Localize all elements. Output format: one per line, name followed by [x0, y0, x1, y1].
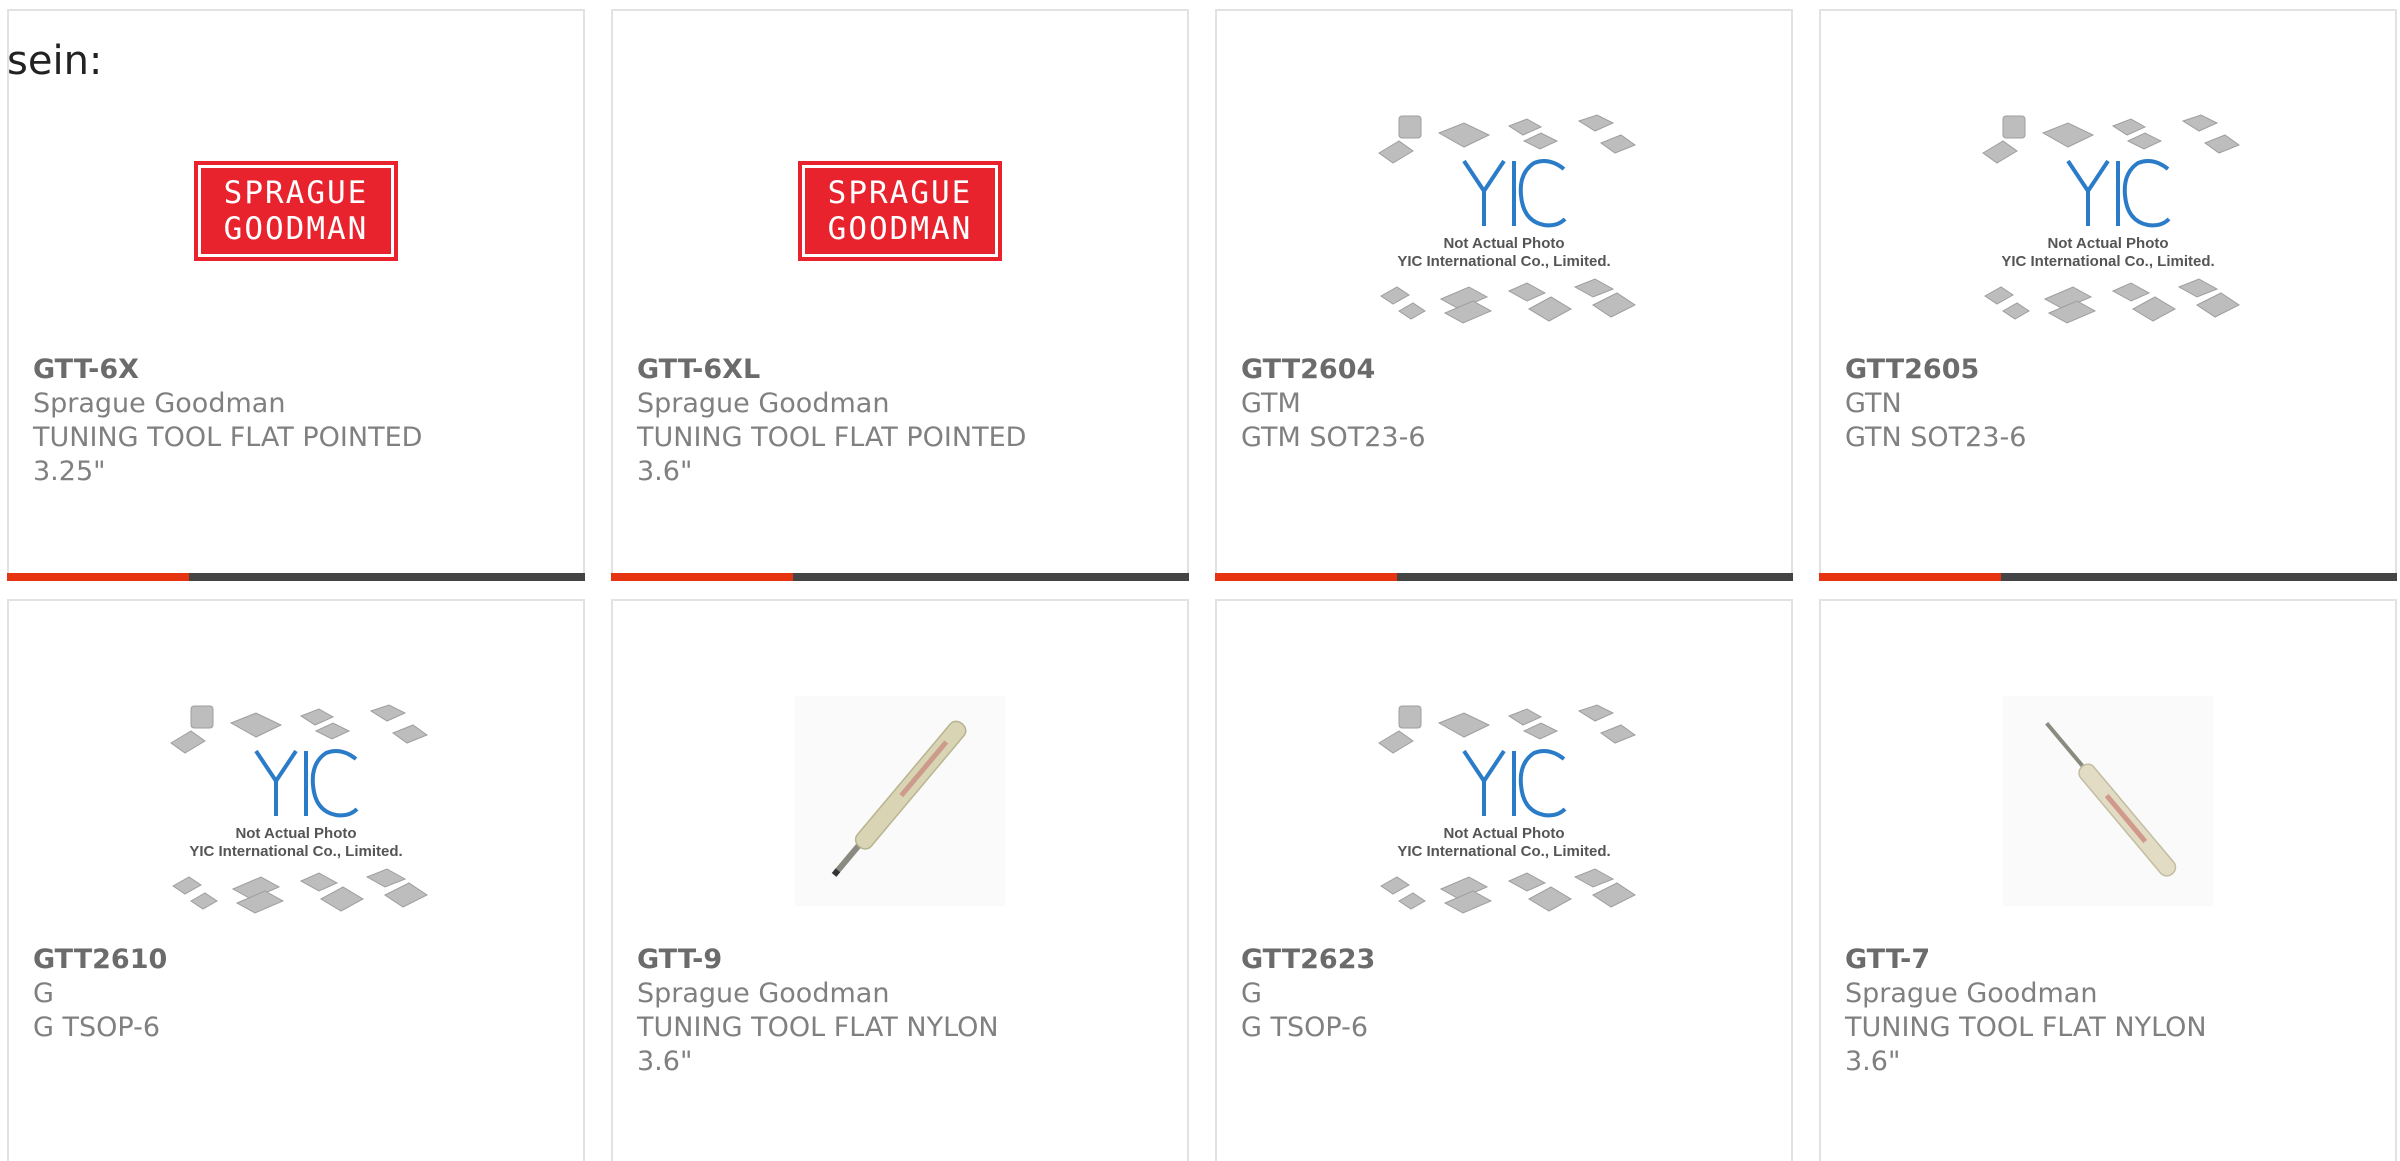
logo-line-2: GOODMAN — [827, 211, 973, 247]
product-card[interactable]: SPRAGUE GOODMAN GTT-6XL Sprague Goodman … — [611, 9, 1189, 581]
part-number[interactable]: GTT2604 — [1241, 353, 1767, 387]
product-info: GTT-9 Sprague Goodman TUNING TOOL FLAT N… — [637, 943, 1163, 1079]
product-card[interactable]: Not Actual Photo YIC International Co., … — [1215, 9, 1793, 581]
manufacturer: Sprague Goodman — [637, 978, 890, 1009]
description: G TSOP-6 — [33, 1012, 160, 1043]
manufacturer: Sprague Goodman — [1845, 978, 2098, 1009]
product-info: GTT2610 G G TSOP-6 — [33, 943, 559, 1045]
description: GTN SOT23-6 — [1845, 422, 2027, 453]
yic-placeholder-image: Not Actual Photo YIC International Co., … — [1378, 114, 1637, 324]
product-image[interactable]: Not Actual Photo YIC International Co., … — [1217, 661, 1791, 941]
product-card[interactable]: GTT-9 Sprague Goodman TUNING TOOL FLAT N… — [611, 599, 1189, 1161]
product-image[interactable]: Not Actual Photo YIC International Co., … — [1821, 71, 2395, 351]
placeholder-caption-2: YIC International Co., Limited. — [2001, 253, 2214, 270]
product-image[interactable]: Not Actual Photo YIC International Co., … — [1217, 71, 1791, 351]
product-info: GTT2605 GTN GTN SOT23-6 — [1845, 353, 2371, 455]
part-number[interactable]: GTT2623 — [1241, 943, 1767, 977]
card-bottom-bar — [7, 573, 585, 581]
placeholder-caption-1: Not Actual Photo — [2047, 235, 2168, 252]
placeholder-caption-1: Not Actual Photo — [235, 825, 356, 842]
product-image[interactable]: SPRAGUE GOODMAN — [9, 71, 583, 351]
card-bottom-bar — [1215, 573, 1793, 581]
placeholder-caption-2: YIC International Co., Limited. — [1397, 843, 1610, 860]
lead-text: sein: — [7, 38, 103, 84]
yic-placeholder-image: Not Actual Photo YIC International Co., … — [1378, 704, 1637, 914]
logo-line-1: SPRAGUE — [827, 175, 973, 211]
sprague-goodman-logo: SPRAGUE GOODMAN — [194, 161, 398, 261]
product-info: GTT-7 Sprague Goodman TUNING TOOL FLAT N… — [1845, 943, 2371, 1079]
product-info: GTT-6X Sprague Goodman TUNING TOOL FLAT … — [33, 353, 559, 489]
manufacturer: GTM — [1241, 388, 1301, 419]
description: TUNING TOOL FLAT NYLON 3.6" — [1845, 1012, 2207, 1077]
product-grid-page: sein: SPRAGUE GOODMAN GTT-6X Sprague Goo… — [0, 0, 2400, 1161]
part-number[interactable]: GTT-6XL — [637, 353, 1163, 387]
description: TUNING TOOL FLAT POINTED 3.25" — [33, 422, 423, 487]
manufacturer: GTN — [1845, 388, 1902, 419]
description: G TSOP-6 — [1241, 1012, 1368, 1043]
product-info: GTT2623 G G TSOP-6 — [1241, 943, 1767, 1045]
product-info: GTT2604 GTM GTM SOT23-6 — [1241, 353, 1767, 455]
logo-line-2: GOODMAN — [223, 211, 369, 247]
placeholder-caption-1: Not Actual Photo — [1443, 235, 1564, 252]
product-info: GTT-6XL Sprague Goodman TUNING TOOL FLAT… — [637, 353, 1163, 489]
placeholder-caption-1: Not Actual Photo — [1443, 825, 1564, 842]
card-bottom-bar — [611, 573, 1189, 581]
product-image[interactable]: Not Actual Photo YIC International Co., … — [9, 661, 583, 941]
yic-placeholder-image: Not Actual Photo YIC International Co., … — [1982, 114, 2241, 324]
part-number[interactable]: GTT-7 — [1845, 943, 2371, 977]
product-card[interactable]: SPRAGUE GOODMAN GTT-6X Sprague Goodman T… — [7, 9, 585, 581]
tuning-tool-photo — [2003, 696, 2213, 906]
card-accent — [7, 573, 189, 581]
product-image[interactable]: SPRAGUE GOODMAN — [613, 71, 1187, 351]
product-image[interactable] — [1821, 661, 2395, 941]
part-number[interactable]: GTT-6X — [33, 353, 559, 387]
description: GTM SOT23-6 — [1241, 422, 1426, 453]
card-bottom-bar — [1819, 573, 2397, 581]
product-card[interactable]: GTT-7 Sprague Goodman TUNING TOOL FLAT N… — [1819, 599, 2397, 1161]
manufacturer: Sprague Goodman — [637, 388, 890, 419]
description: TUNING TOOL FLAT NYLON 3.6" — [637, 1012, 999, 1077]
product-card[interactable]: Not Actual Photo YIC International Co., … — [7, 599, 585, 1161]
part-number[interactable]: GTT2605 — [1845, 353, 2371, 387]
card-accent — [1215, 573, 1397, 581]
sprague-goodman-logo: SPRAGUE GOODMAN — [798, 161, 1002, 261]
placeholder-caption-2: YIC International Co., Limited. — [189, 843, 402, 860]
placeholder-caption-2: YIC International Co., Limited. — [1397, 253, 1610, 270]
description: TUNING TOOL FLAT POINTED 3.6" — [637, 422, 1027, 487]
product-card[interactable]: Not Actual Photo YIC International Co., … — [1819, 9, 2397, 581]
manufacturer: G — [33, 978, 54, 1009]
part-number[interactable]: GTT2610 — [33, 943, 559, 977]
logo-line-1: SPRAGUE — [223, 175, 369, 211]
card-accent — [611, 573, 793, 581]
yic-placeholder-image: Not Actual Photo YIC International Co., … — [170, 704, 429, 914]
manufacturer: G — [1241, 978, 1262, 1009]
manufacturer: Sprague Goodman — [33, 388, 286, 419]
tuning-tool-photo — [795, 696, 1005, 906]
product-image[interactable] — [613, 661, 1187, 941]
card-accent — [1819, 573, 2001, 581]
product-card[interactable]: Not Actual Photo YIC International Co., … — [1215, 599, 1793, 1161]
part-number[interactable]: GTT-9 — [637, 943, 1163, 977]
